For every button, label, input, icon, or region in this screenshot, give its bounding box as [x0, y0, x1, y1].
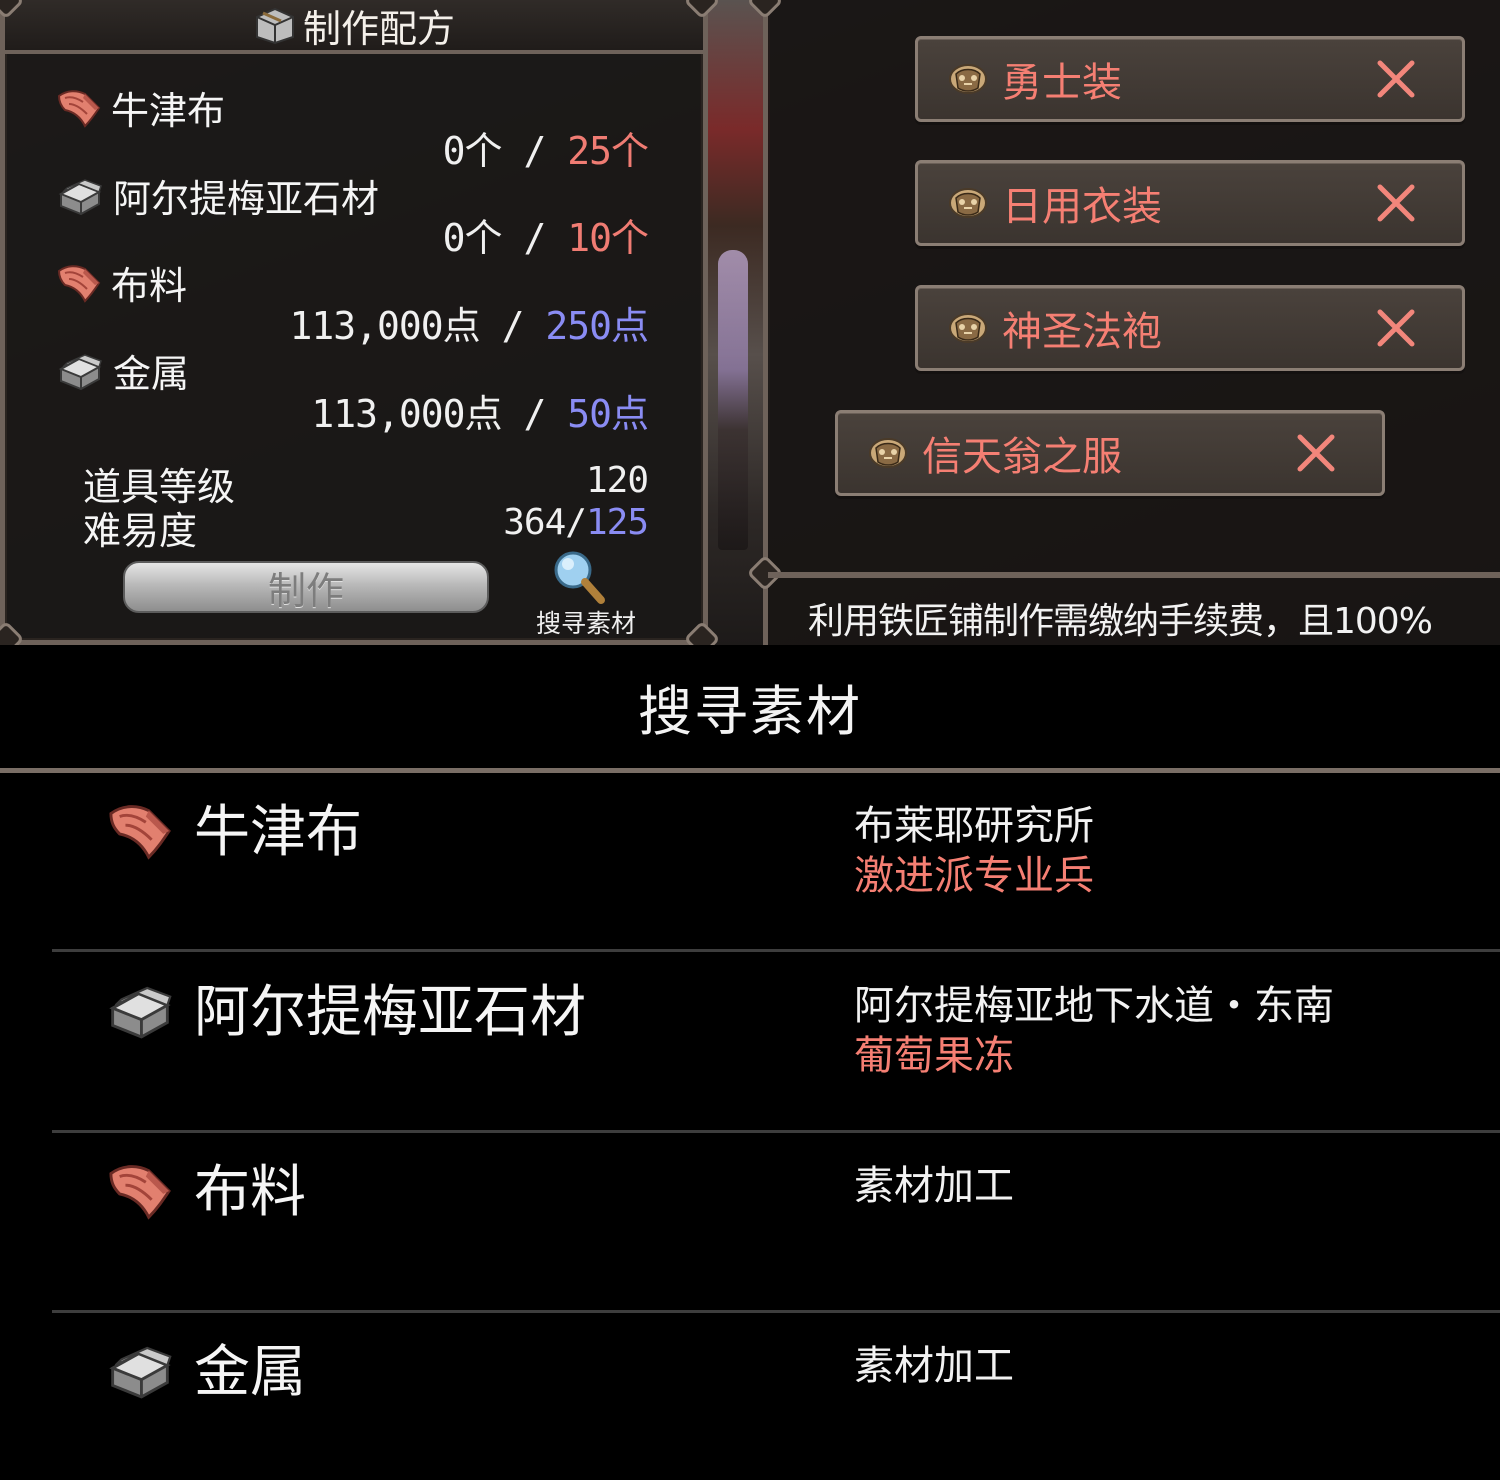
quantity-required: 25个 — [567, 129, 649, 173]
search-materials-sheet: 搜寻素材 牛津布 布莱耶研究所 激进派专业兵 阿尔提梅亚石材 阿尔提梅亚地下水道… — [0, 645, 1500, 1480]
material-name: 牛津布 — [111, 89, 226, 133]
armor-icon — [948, 186, 988, 220]
magnifier-icon — [549, 548, 609, 608]
material-name: 布料 — [111, 264, 188, 308]
search-materials-label: 搜寻素材 — [535, 609, 636, 638]
category-filter-tag[interactable]: 日用衣装 — [915, 160, 1465, 246]
recipe-panel: 制作配方 牛津布 0个 / 25个 阿尔提梅亚石材 0个 / 10个 布料 11… — [0, 0, 721, 645]
difficulty-max: 125 — [585, 502, 649, 543]
material-name: 金属 — [194, 1340, 306, 1405]
material-quantity: 0个 / 25个 — [442, 120, 649, 175]
difficulty-value: 364/125 — [503, 502, 649, 543]
category-label: 神圣法袍 — [1002, 309, 1162, 355]
close-icon[interactable] — [1374, 181, 1418, 225]
source-location: 素材加工 — [854, 1343, 1014, 1389]
corner-ornament — [0, 620, 25, 645]
material-source-row[interactable]: 牛津布 布莱耶研究所 激进派专业兵 — [0, 781, 1500, 961]
quantity-have: 113,000点 — [311, 392, 502, 436]
category-filter-tag[interactable]: 勇士装 — [915, 36, 1465, 122]
armor-icon — [948, 62, 988, 96]
sheet-title: 搜寻素材 — [638, 680, 862, 743]
material-name: 阿尔提梅亚石材 — [194, 980, 586, 1045]
recipe-title: 制作配方 — [302, 6, 455, 51]
sheet-header: 搜寻素材 — [0, 645, 1500, 773]
crafting-fee-info: 利用铁匠铺制作需缴纳手续费，且100% — [808, 601, 1433, 642]
material-name: 布料 — [194, 1160, 306, 1225]
quantity-have: 0个 — [442, 129, 503, 173]
quantity-have: 113,000点 — [289, 304, 481, 348]
category-filter-tag[interactable]: 信天翁之服 — [835, 410, 1385, 496]
quantity-required: 10个 — [567, 216, 649, 260]
row-divider — [52, 1310, 1500, 1313]
row-divider — [52, 949, 1500, 952]
recipe-material-row: 牛津布 — [55, 80, 225, 135]
close-icon[interactable] — [1374, 57, 1418, 101]
close-icon[interactable] — [1374, 306, 1418, 350]
recipe-material-row: 金属 — [55, 343, 189, 398]
cloth-icon — [55, 86, 103, 130]
cloth-icon — [104, 799, 176, 863]
recipe-title-bar: 制作配方 — [5, 0, 703, 54]
armor-icon — [948, 311, 988, 345]
craft-button[interactable]: 制作 — [123, 561, 489, 613]
material-quantity: 0个 / 10个 — [442, 207, 649, 262]
difficulty-label: 难易度 — [83, 509, 198, 553]
material-source-row[interactable]: 阿尔提梅亚石材 阿尔提梅亚地下水道・东南 葡萄果冻 — [0, 961, 1500, 1141]
category-filter-tag[interactable]: 神圣法袍 — [915, 285, 1465, 371]
quantity-have: 0个 — [442, 216, 503, 260]
close-icon[interactable] — [1294, 431, 1338, 475]
recipe-material-row: 布料 — [55, 255, 187, 310]
info-divider — [768, 572, 1500, 578]
difficulty-separator: / — [565, 502, 587, 543]
cloth-icon — [104, 1159, 176, 1223]
source-monster: 激进派专业兵 — [854, 853, 1094, 899]
quantity-separator: / — [523, 392, 546, 436]
quantity-required: 50点 — [567, 392, 649, 436]
cloth-icon — [55, 261, 103, 305]
material-name: 金属 — [113, 352, 190, 396]
material-quantity: 113,000点 / 50点 — [311, 383, 649, 438]
quantity-required: 250点 — [545, 304, 649, 348]
material-source-row[interactable]: 布料 素材加工 — [0, 1141, 1500, 1321]
source-location: 素材加工 — [854, 1163, 1014, 1209]
quantity-separator: / — [501, 304, 525, 348]
search-materials-button[interactable]: 搜寻素材 — [521, 548, 651, 640]
row-divider — [52, 1130, 1500, 1133]
stone-icon — [55, 174, 105, 218]
recipe-material-row: 阿尔提梅亚石材 — [55, 168, 379, 223]
quantity-separator: / — [523, 216, 546, 260]
scene-character-background — [700, 0, 770, 645]
material-quantity: 113,000点 / 250点 — [289, 295, 649, 350]
recipe-book-icon — [253, 5, 297, 45]
category-label: 信天翁之服 — [922, 434, 1122, 480]
item-level-value: 120 — [585, 460, 649, 501]
source-monster: 葡萄果冻 — [854, 1033, 1014, 1079]
material-name: 牛津布 — [194, 800, 362, 865]
quantity-separator: / — [523, 129, 546, 173]
stone-icon — [104, 979, 176, 1043]
armor-icon — [868, 436, 908, 470]
category-label: 勇士装 — [1002, 60, 1122, 106]
difficulty-current: 364 — [503, 502, 566, 543]
material-source-row[interactable]: 金属 素材加工 — [0, 1321, 1500, 1480]
game-scene: 制作配方 牛津布 0个 / 25个 阿尔提梅亚石材 0个 / 10个 布料 11… — [0, 0, 1500, 645]
stone-icon — [104, 1339, 176, 1403]
material-name: 阿尔提梅亚石材 — [113, 177, 380, 221]
category-label: 日用衣装 — [1002, 184, 1162, 230]
stone-icon — [55, 349, 105, 393]
